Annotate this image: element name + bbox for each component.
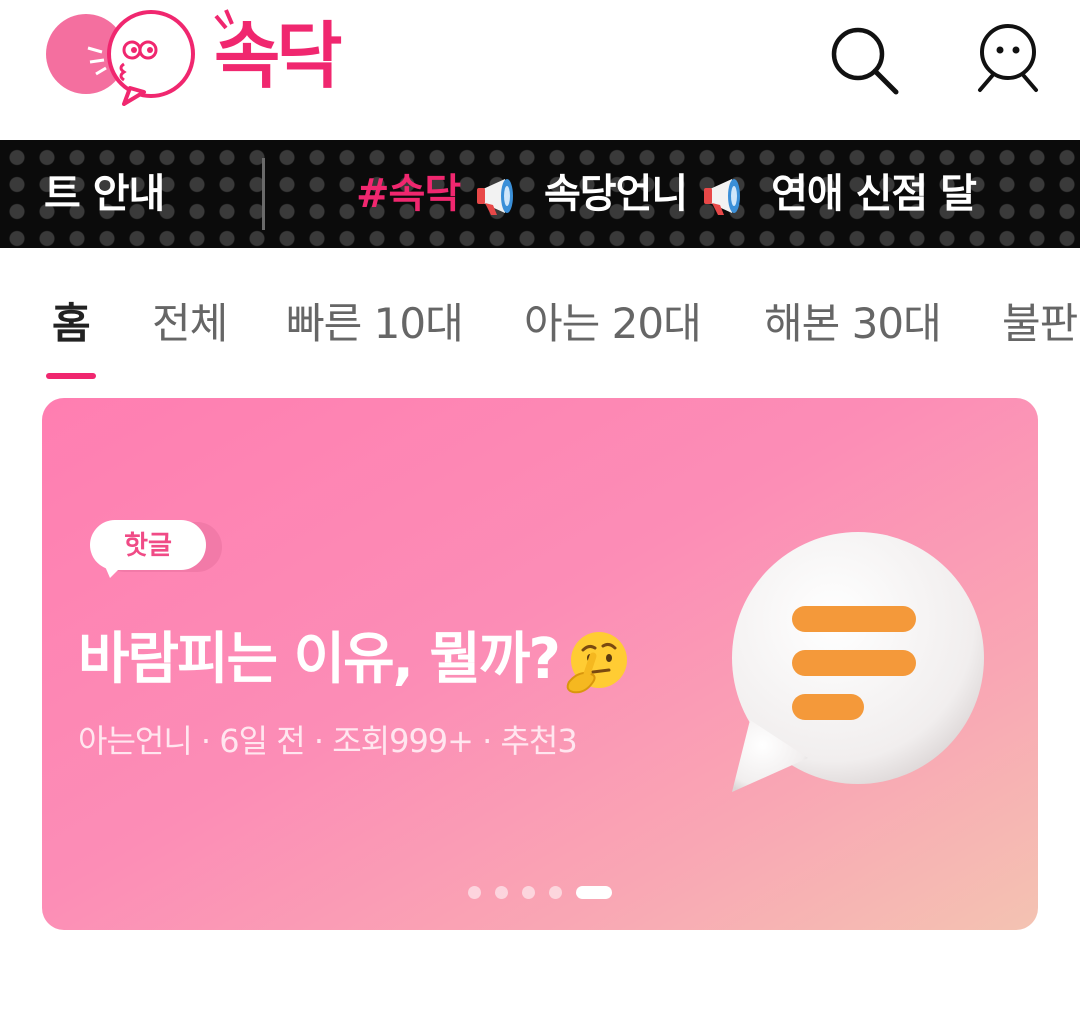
- megaphone-icon: [704, 179, 741, 215]
- ticker-marquee: #속닥 속당언니 연애 신점 달: [356, 140, 977, 248]
- banner-title-text: 바람피는 이유, 뭘까?: [78, 627, 561, 692]
- tab-hot-board[interactable]: 불판: [1002, 290, 1078, 351]
- banner-title: 바람피는 이유, 뭘까?: [78, 614, 633, 698]
- tab-home[interactable]: 홈: [52, 290, 91, 351]
- banner-meta: 아는언니 · 6일 전 · 조회999+ · 추천3: [78, 722, 578, 760]
- thinking-face-icon: [566, 631, 627, 694]
- app-header: 속닥: [0, 0, 1080, 140]
- profile-face-icon: [978, 24, 1038, 92]
- ticker-end-text: 연애 신점 달: [771, 171, 977, 217]
- carousel-dot[interactable]: [468, 886, 481, 899]
- carousel-dot[interactable]: [495, 886, 508, 899]
- tab-all[interactable]: 전체: [152, 290, 228, 351]
- carousel-dot[interactable]: [522, 886, 535, 899]
- ticker-notice-text: 트 안내: [44, 171, 165, 217]
- megaphone-icon: [477, 179, 514, 215]
- logo[interactable]: 속닥: [44, 6, 344, 106]
- search-icon: [831, 27, 899, 95]
- logo-text: 속닥: [214, 14, 343, 98]
- page: 속닥 트 안내 #속닥 속당언니 연애 신점 달 홈 전체 빠른 10대 아는 …: [0, 0, 1080, 1031]
- chat-bubble-icon: [732, 532, 984, 792]
- hot-post-banner[interactable]: 핫글 바람피는 이유, 뭘까? 아는언니 · 6일 전 · 조회999+ · 추…: [42, 398, 1038, 930]
- tab-thirties[interactable]: 해본 30대: [764, 290, 942, 351]
- tab-teens[interactable]: 빠른 10대: [286, 290, 464, 351]
- profile-button[interactable]: [970, 18, 1046, 98]
- active-tab-indicator: [46, 373, 96, 379]
- carousel-dot[interactable]: [549, 886, 562, 899]
- hot-badge-label: 핫글: [124, 531, 172, 561]
- ticker-divider: [262, 158, 265, 230]
- category-tabs: 홈 전체 빠른 10대 아는 20대 해본 30대 불판: [0, 248, 1080, 388]
- search-button[interactable]: [826, 22, 902, 98]
- ticker-mid-text: 속당언니: [544, 171, 688, 217]
- ticker-hashtag: #속닥: [356, 171, 461, 217]
- carousel-dot-active[interactable]: [576, 886, 612, 899]
- tab-twenties[interactable]: 아는 20대: [524, 290, 702, 351]
- notice-ticker[interactable]: 트 안내 #속닥 속당언니 연애 신점 달: [0, 140, 1080, 248]
